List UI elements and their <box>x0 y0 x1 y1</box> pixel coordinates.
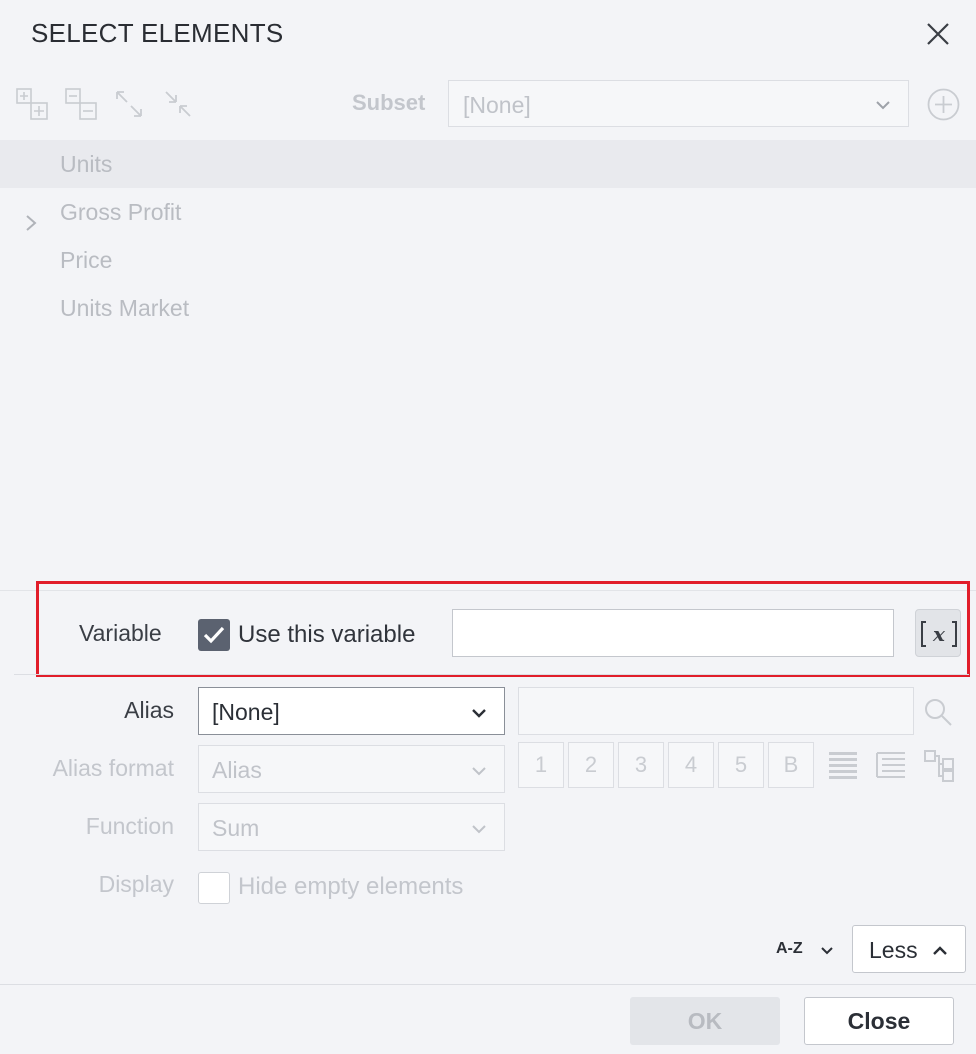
dialog-title: SELECT ELEMENTS <box>31 18 284 48</box>
tree-item[interactable]: Gross Profit <box>0 188 976 236</box>
hide-empty-label[interactable]: Hide empty elements <box>238 873 463 901</box>
ok-button[interactable]: OK <box>630 997 780 1045</box>
subset-select[interactable]: [None] <box>448 80 909 127</box>
format-button-2[interactable]: 2 <box>568 742 614 788</box>
element-tree: Units Gross Profit Price Units Market <box>0 140 976 590</box>
chevron-down-icon <box>874 93 892 120</box>
alias-format-select[interactable]: Alias <box>198 745 505 793</box>
alias-label: Alias <box>124 697 174 723</box>
less-label: Less <box>869 937 918 963</box>
chevron-down-icon <box>470 759 488 786</box>
less-button[interactable]: Less <box>852 925 966 973</box>
format-button-3[interactable]: 3 <box>618 742 664 788</box>
tree-item[interactable]: Units <box>0 140 976 188</box>
tree-item[interactable]: Units Market <box>0 284 976 332</box>
chevron-down-icon[interactable] <box>818 941 836 964</box>
list-bold-icon[interactable] <box>826 748 860 782</box>
collapse-all-icon[interactable] <box>63 86 99 122</box>
search-icon[interactable] <box>922 696 954 728</box>
close-button[interactable]: Close <box>804 997 954 1045</box>
list-indent-icon[interactable] <box>874 748 908 782</box>
alias-format-value: Alias <box>212 757 262 783</box>
tree-item[interactable]: Price <box>0 236 976 284</box>
divider <box>14 674 969 675</box>
alias-search-input[interactable] <box>518 687 914 735</box>
alias-select[interactable]: [None] <box>198 687 505 735</box>
chevron-down-icon <box>470 701 488 728</box>
tree-item-label: Gross Profit <box>60 199 182 225</box>
tree-item-label: Units <box>60 151 113 177</box>
function-select[interactable]: Sum <box>198 803 505 851</box>
function-label: Function <box>85 813 174 839</box>
subset-label: Subset <box>352 90 426 115</box>
subset-value: [None] <box>463 92 531 118</box>
expand-all-icon[interactable] <box>14 86 50 122</box>
tree-item-label: Price <box>60 247 113 273</box>
close-icon[interactable] <box>922 18 954 50</box>
alias-format-label: Alias format <box>52 755 174 781</box>
expand-arrows-icon[interactable] <box>111 86 147 122</box>
format-button-5[interactable]: 5 <box>718 742 764 788</box>
format-button-4[interactable]: 4 <box>668 742 714 788</box>
format-button-b[interactable]: B <box>768 742 814 788</box>
variable-highlight-box <box>36 581 970 677</box>
tree-item-label: Units Market <box>60 295 190 321</box>
display-label: Display <box>98 871 174 897</box>
chevron-down-icon <box>470 817 488 844</box>
hierarchy-icon[interactable] <box>922 748 956 782</box>
collapse-arrows-icon[interactable] <box>160 86 196 122</box>
hide-empty-checkbox[interactable] <box>198 872 230 904</box>
alias-value: [None] <box>212 699 280 725</box>
format-button-1[interactable]: 1 <box>518 742 564 788</box>
plus-circle-icon[interactable] <box>926 87 961 122</box>
sort-az-label[interactable]: A-Z <box>776 940 803 958</box>
function-value: Sum <box>212 815 260 841</box>
chevron-up-icon <box>931 939 949 966</box>
